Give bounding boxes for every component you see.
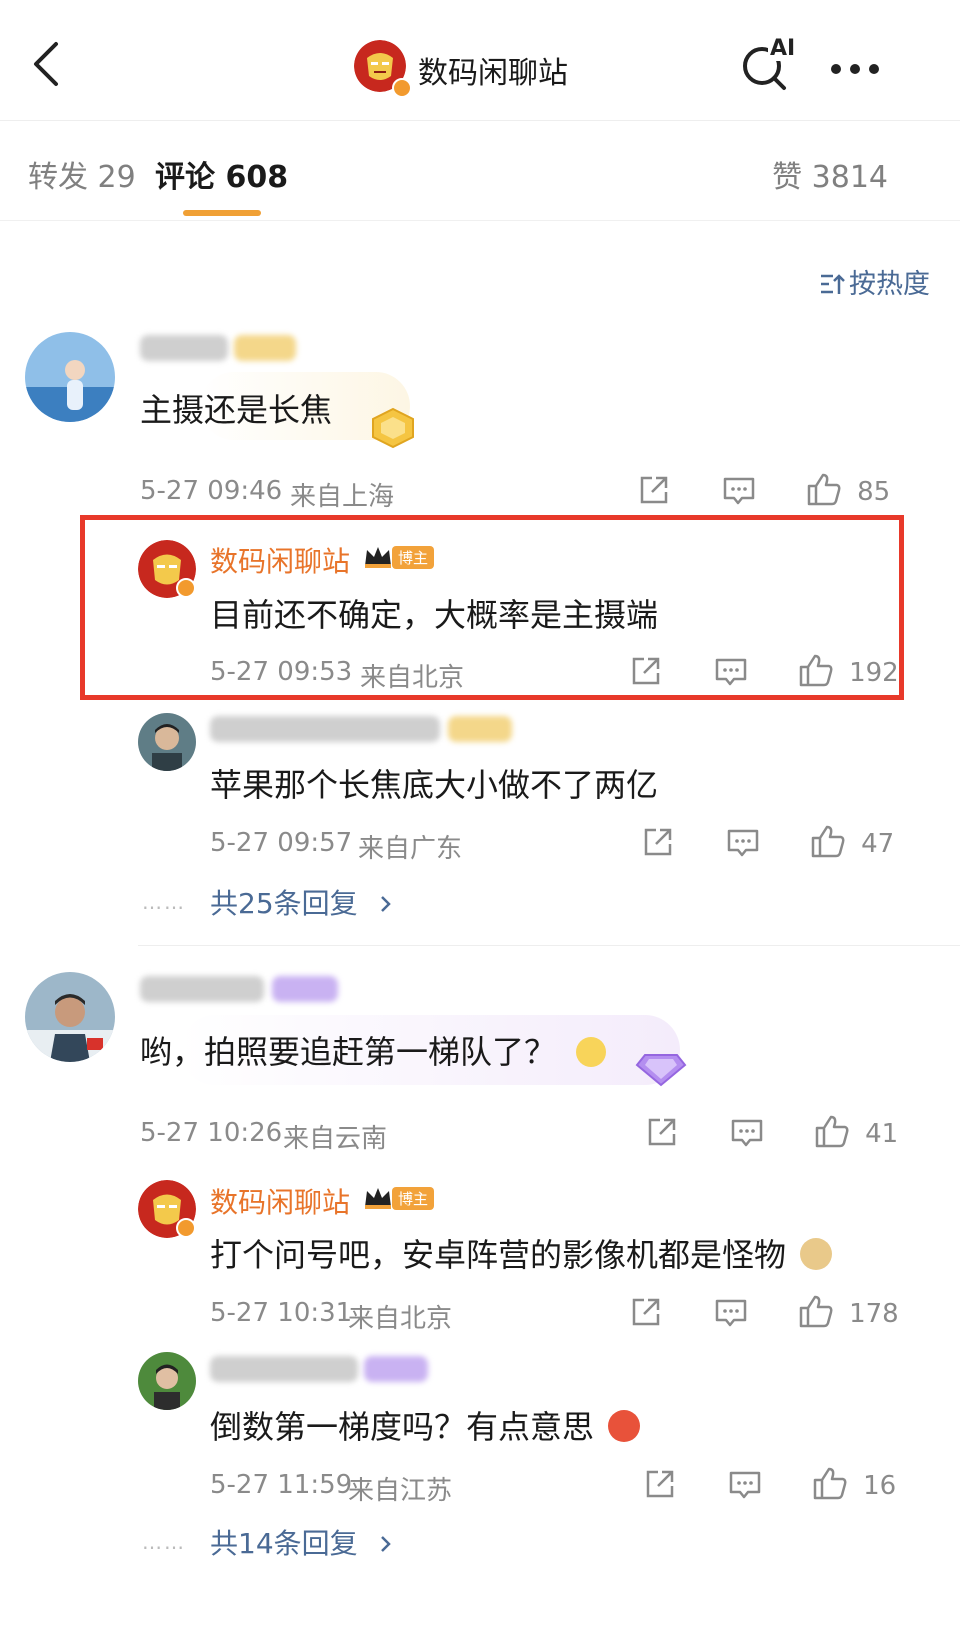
diamond-badge-icon [633,1043,689,1093]
more-icon[interactable] [830,60,880,79]
like-count: 41 [865,1119,899,1149]
more-replies-link[interactable]: 共14条回复 [210,1522,393,1562]
share-icon[interactable] [644,1468,676,1504]
member-badge-blurred [234,335,296,361]
like-button[interactable]: 178 [798,1294,899,1329]
more-replies-dots: …… [142,890,186,914]
reply-time: 5-27 09:57 [210,828,353,858]
reply-text: 苹果那个长焦底大小做不了两亿 [210,766,659,804]
like-count: 178 [849,1299,899,1329]
crown-icon [362,1183,394,1215]
username-blurred[interactable] [210,1356,358,1382]
like-icon [813,1467,847,1500]
reply-text: 打个问号吧，安卓阵营的影像机都是怪物 [210,1230,833,1276]
chevron-right-icon [380,896,391,912]
more-replies-label: 共14条回复 [210,1527,358,1560]
nav-title[interactable]: 数码闲聊站 [418,48,568,92]
like-count: 16 [863,1471,897,1501]
comment-text-body: 哟，拍照要追赶第一梯队了？ [140,1033,557,1071]
like-button[interactable]: 41 [814,1114,898,1149]
comment-icon[interactable] [730,1118,764,1152]
like-icon [799,1295,833,1328]
comment-icon[interactable] [728,1470,762,1504]
avatar[interactable] [25,332,115,422]
reply-location: 来自北京 [348,1304,453,1334]
like-button[interactable]: 47 [810,824,894,859]
angry-emoji-icon [608,1410,641,1442]
avatar[interactable] [138,713,196,771]
tab-reposts[interactable]: 转发 29 [28,152,136,196]
reply-text-body: 倒数第一梯度吗？有点意思 [210,1408,595,1446]
like-count: 47 [861,829,895,859]
member-badge-blurred [448,716,512,742]
reply-time: 5-27 11:59 [210,1470,353,1500]
reply-time: 5-27 10:31 [210,1298,353,1328]
username-blurred[interactable] [210,716,440,742]
thread-divider [138,945,960,946]
tab-comments[interactable]: 评论 608 [155,152,288,196]
comment-location: 来自上海 [290,482,395,512]
ai-search-icon[interactable]: AI [740,36,798,92]
more-replies-link[interactable]: 共25条回复 [210,882,393,922]
comment-location: 来自云南 [283,1124,388,1154]
emoji-icon [576,1037,607,1067]
like-icon [807,473,841,506]
avatar[interactable] [25,972,115,1062]
share-icon[interactable] [630,1296,662,1332]
comment-time: 5-27 10:26 [140,1118,283,1148]
like-button[interactable]: 16 [812,1466,896,1501]
reply-text-body: 打个问号吧，安卓阵营的影像机都是怪物 [210,1236,787,1274]
username-blurred[interactable] [140,335,228,361]
active-tab-indicator [183,210,261,216]
verified-badge-icon [392,78,412,98]
more-replies-dots: …… [142,1530,186,1554]
comment-text: 主摄还是长焦 [140,391,333,429]
back-icon[interactable] [28,40,62,88]
avatar[interactable] [138,1352,196,1410]
comment-icon[interactable] [722,476,756,510]
reply-location: 来自广东 [358,834,463,864]
verified-badge-icon [176,1218,196,1238]
comment-icon[interactable] [714,1298,748,1332]
tab-bar: 转发 29 评论 608 赞 3814 [0,120,960,221]
comment-icon[interactable] [726,828,760,862]
reply-location: 来自江苏 [348,1476,453,1506]
tab-likes[interactable]: 赞 3814 [772,152,888,196]
like-icon [811,825,845,858]
blogger-badge: 博主 [392,1187,435,1210]
share-icon[interactable] [638,474,670,510]
username-blurred[interactable] [140,976,264,1002]
like-icon [815,1115,849,1148]
top-nav-bar: 数码闲聊站 AI [0,0,960,121]
share-icon[interactable] [642,826,674,862]
gold-badge-icon [365,405,421,455]
chevron-right-icon [380,1536,391,1552]
member-badge-blurred [364,1356,428,1382]
member-badge-blurred [272,976,338,1002]
share-icon[interactable] [646,1116,678,1152]
sort-by-hot-button[interactable]: 按热度 [819,262,930,301]
comment-text: 哟，拍照要追赶第一梯队了？ [140,1027,607,1073]
ai-label: AI [768,36,798,61]
like-button[interactable]: 85 [806,472,890,507]
comment-time: 5-27 09:46 [140,476,283,506]
highlight-box [80,515,904,700]
reply-text: 倒数第一梯度吗？有点意思 [210,1402,641,1448]
sort-label: 按热度 [849,269,930,300]
more-replies-label: 共25条回复 [210,887,358,920]
reply-username[interactable]: 数码闲聊站 [210,1181,350,1221]
doge-emoji-icon [800,1238,833,1270]
sort-icon [821,274,845,294]
like-count: 85 [857,477,891,507]
